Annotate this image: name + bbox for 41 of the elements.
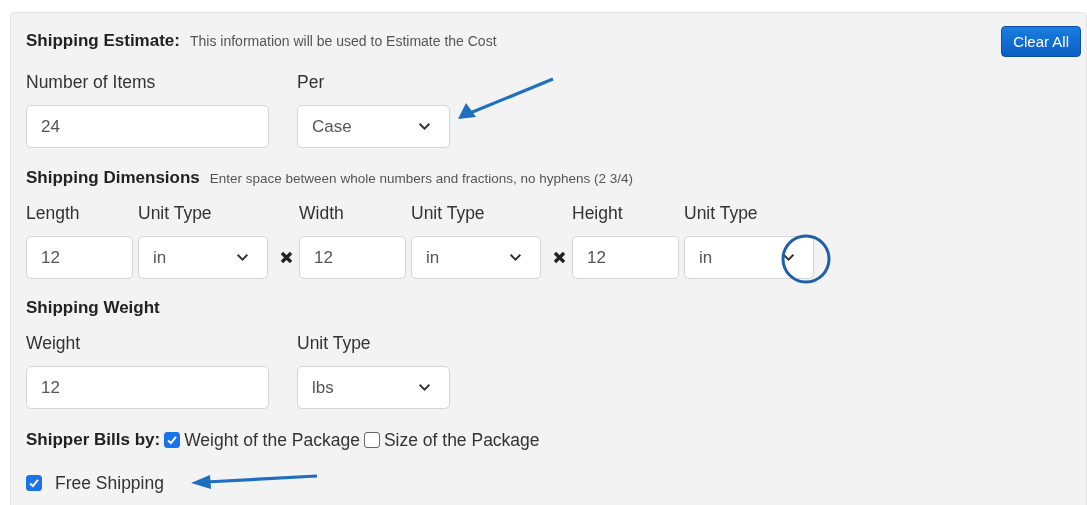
text-field[interactable]: 24 — [26, 105, 269, 148]
section-title: Shipping Estimate: — [26, 31, 180, 51]
chevron-down-icon — [236, 253, 249, 262]
dropdown[interactable]: in — [684, 236, 814, 279]
text-field[interactable]: 12 — [299, 236, 406, 279]
multiply-icon — [553, 251, 566, 264]
clear-all-button[interactable]: Clear All — [1001, 25, 1081, 57]
bills-by-label: Shipper Bills by: — [26, 430, 161, 450]
highlight-circle — [780, 233, 832, 285]
section-note: Enter space between whole numbers and fractions, no hyphens (2 3/4) — [209, 170, 634, 186]
checkbox-label: Size of the Package — [383, 429, 540, 451]
text-field[interactable]: 12 — [26, 236, 133, 279]
dropdown[interactable]: in — [138, 236, 268, 279]
field-label: Unit Type — [138, 203, 213, 225]
field-label: Unit Type — [684, 203, 759, 225]
field-label: Unit Type — [411, 203, 486, 225]
multiply-icon — [280, 251, 293, 264]
checkbox-label: Free Shipping — [55, 472, 164, 494]
chevron-down-icon — [782, 253, 795, 262]
field-label: Unit Type — [297, 333, 372, 355]
field-label: Weight — [26, 333, 82, 355]
text-field[interactable]: 12 — [572, 236, 679, 279]
chevron-down-icon — [418, 383, 431, 392]
checkbox[interactable] — [164, 432, 181, 448]
dropdown[interactable]: Case — [297, 105, 450, 148]
field-label: Length — [26, 203, 81, 225]
section-title: Shipping Dimensions — [26, 168, 200, 188]
field-label: Per — [297, 72, 326, 94]
dropdown[interactable]: in — [411, 236, 541, 279]
dropdown[interactable]: lbs — [297, 366, 450, 409]
checkbox-label: Weight of the Package — [184, 429, 360, 451]
chevron-down-icon — [509, 253, 522, 262]
checkbox[interactable] — [26, 475, 42, 491]
field-label: Width — [299, 203, 345, 225]
text-field[interactable]: 12 — [26, 366, 269, 409]
field-label: Number of Items — [26, 72, 157, 94]
section-note: This information will be used to Estimate the Cost — [189, 33, 497, 49]
chevron-down-icon — [418, 122, 431, 131]
checkbox[interactable] — [363, 432, 380, 448]
field-label: Height — [572, 203, 624, 225]
section-title: Shipping Weight — [26, 298, 160, 318]
